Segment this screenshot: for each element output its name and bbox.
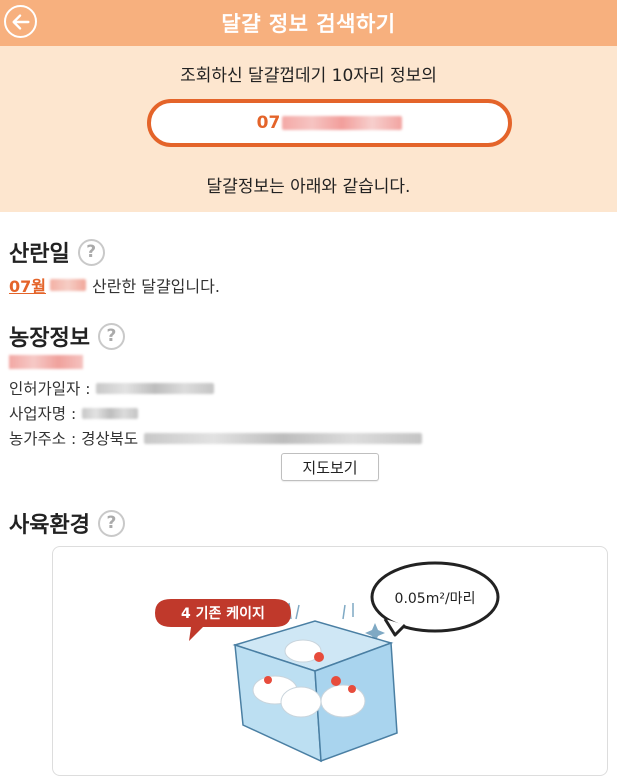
laying-day-redacted [50, 279, 86, 291]
permit-date-label: 인허가일자 : [9, 380, 91, 398]
cage-type-text: 4 기존 케이지 [181, 605, 265, 622]
business-name-row: 사업자명 : [9, 402, 139, 424]
laying-date-text: 07월 산란한 달걀입니다. [9, 273, 220, 297]
environment-heading: 사육환경 ? [9, 507, 125, 539]
laying-month: 07월 [9, 277, 46, 296]
egg-code-display: 07 [147, 99, 512, 147]
egg-code-prefix: 07 [256, 113, 281, 133]
app-header: 달걀 정보 검색하기 [0, 0, 617, 46]
farm-name-redacted [9, 355, 83, 369]
help-icon[interactable]: ? [97, 509, 125, 537]
permit-date-row: 인허가일자 : [9, 377, 215, 399]
farm-info-heading: 농장정보 ? [9, 320, 125, 352]
permit-date-redacted [96, 382, 215, 394]
farm-address-redacted [144, 432, 423, 444]
business-name-redacted [82, 407, 139, 419]
search-result-box: 조회하신 달걀껍데기 10자리 정보의 07 달걀정보는 아래와 같습니다. [0, 46, 617, 212]
cage-box [232, 620, 398, 763]
farm-address-label: 농가주소 : 경상북도 [9, 430, 139, 448]
view-map-button[interactable]: 지도보기 [281, 453, 379, 481]
help-icon[interactable]: ? [97, 322, 125, 350]
laying-date-title: 산란일 [9, 242, 70, 267]
environment-illustration-card: 0.05m²/마리 4 기존 케이지 [52, 546, 608, 776]
business-name-label: 사업자명 : [9, 405, 77, 423]
egg-code-redacted [282, 116, 403, 130]
density-text: 0.05m²/마리 [395, 591, 476, 607]
environment-title: 사육환경 [9, 513, 90, 538]
farm-address-row: 농가주소 : 경상북도 [9, 427, 423, 449]
page-title: 달걀 정보 검색하기 [221, 12, 396, 36]
cage-illustration: 0.05m²/마리 4 기존 케이지 [155, 561, 500, 763]
result-outro-text: 달걀정보는 아래와 같습니다. [206, 177, 411, 197]
speech-bubble: 0.05m²/마리 [370, 561, 500, 637]
back-button[interactable] [4, 5, 37, 38]
laying-date-heading: 산란일 ? [9, 236, 105, 268]
farm-info-title: 농장정보 [9, 326, 90, 351]
result-intro-text: 조회하신 달걀껍데기 10자리 정보의 [180, 66, 437, 86]
arrow-left-icon [11, 13, 30, 30]
help-icon[interactable]: ? [77, 238, 105, 266]
laying-suffix: 산란한 달걀입니다. [92, 277, 220, 296]
